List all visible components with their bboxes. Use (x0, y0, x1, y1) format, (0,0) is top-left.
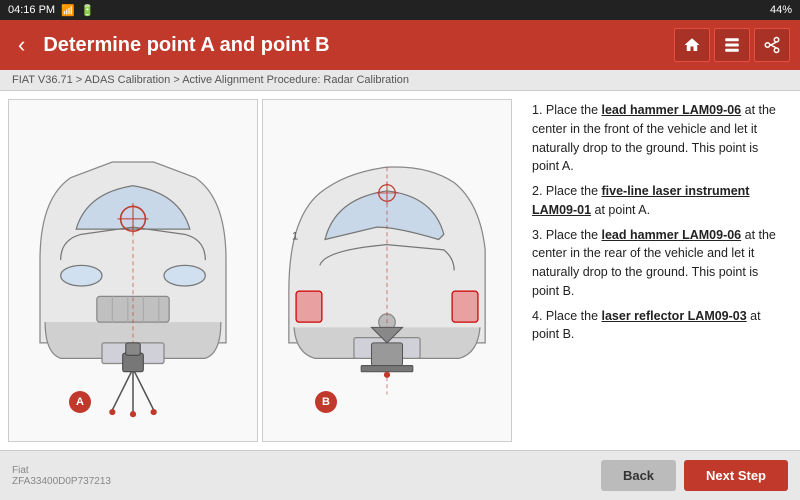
back-button[interactable]: Back (601, 460, 676, 491)
device-code: ZFA33400D0P737213 (12, 476, 111, 487)
instructions-section: 1. Place the lead hammer LAM09-06 at the… (520, 91, 800, 450)
footer: Fiat ZFA33400D0P737213 Back Next Step (0, 450, 800, 500)
main-content: A (0, 91, 800, 450)
instruction-step-3: 3. Place the lead hammer LAM09-06 at the… (532, 226, 788, 301)
instruction-step-1: 1. Place the lead hammer LAM09-06 at the… (532, 101, 788, 176)
images-section: A (0, 91, 520, 450)
tool-button[interactable] (714, 28, 750, 62)
header-toolbar (674, 28, 790, 62)
footer-buttons: Back Next Step (601, 460, 788, 491)
car-image-front: A (8, 99, 258, 442)
battery-percent: 44% (770, 4, 792, 16)
svg-text:1: 1 (292, 231, 298, 243)
instruction-step-2: 2. Place the five-line laser instrument … (532, 182, 788, 220)
manufacturer-label: Fiat (12, 465, 111, 476)
status-bar: 04:16 PM 📶 🔋 44% (0, 0, 800, 20)
back-icon-button[interactable]: ‹ (10, 28, 33, 62)
page-title: Determine point A and point B (43, 34, 674, 57)
point-b-label: B (315, 391, 337, 413)
header: ‹ Determine point A and point B (0, 20, 800, 70)
home-button[interactable] (674, 28, 710, 62)
share-button[interactable] (754, 28, 790, 62)
instruction-step-4: 4. Place the laser reflector LAM09-03 at… (532, 307, 788, 345)
status-time: 04:16 PM (8, 4, 55, 16)
wifi-icon: 📶 (61, 4, 75, 17)
car-image-rear: 1 B (262, 99, 512, 442)
footer-info: Fiat ZFA33400D0P737213 (12, 465, 111, 487)
breadcrumb: FIAT V36.71 > ADAS Calibration > Active … (0, 70, 800, 91)
next-step-button[interactable]: Next Step (684, 460, 788, 491)
battery-icon: 🔋 (81, 4, 95, 17)
point-a-label: A (69, 391, 91, 413)
